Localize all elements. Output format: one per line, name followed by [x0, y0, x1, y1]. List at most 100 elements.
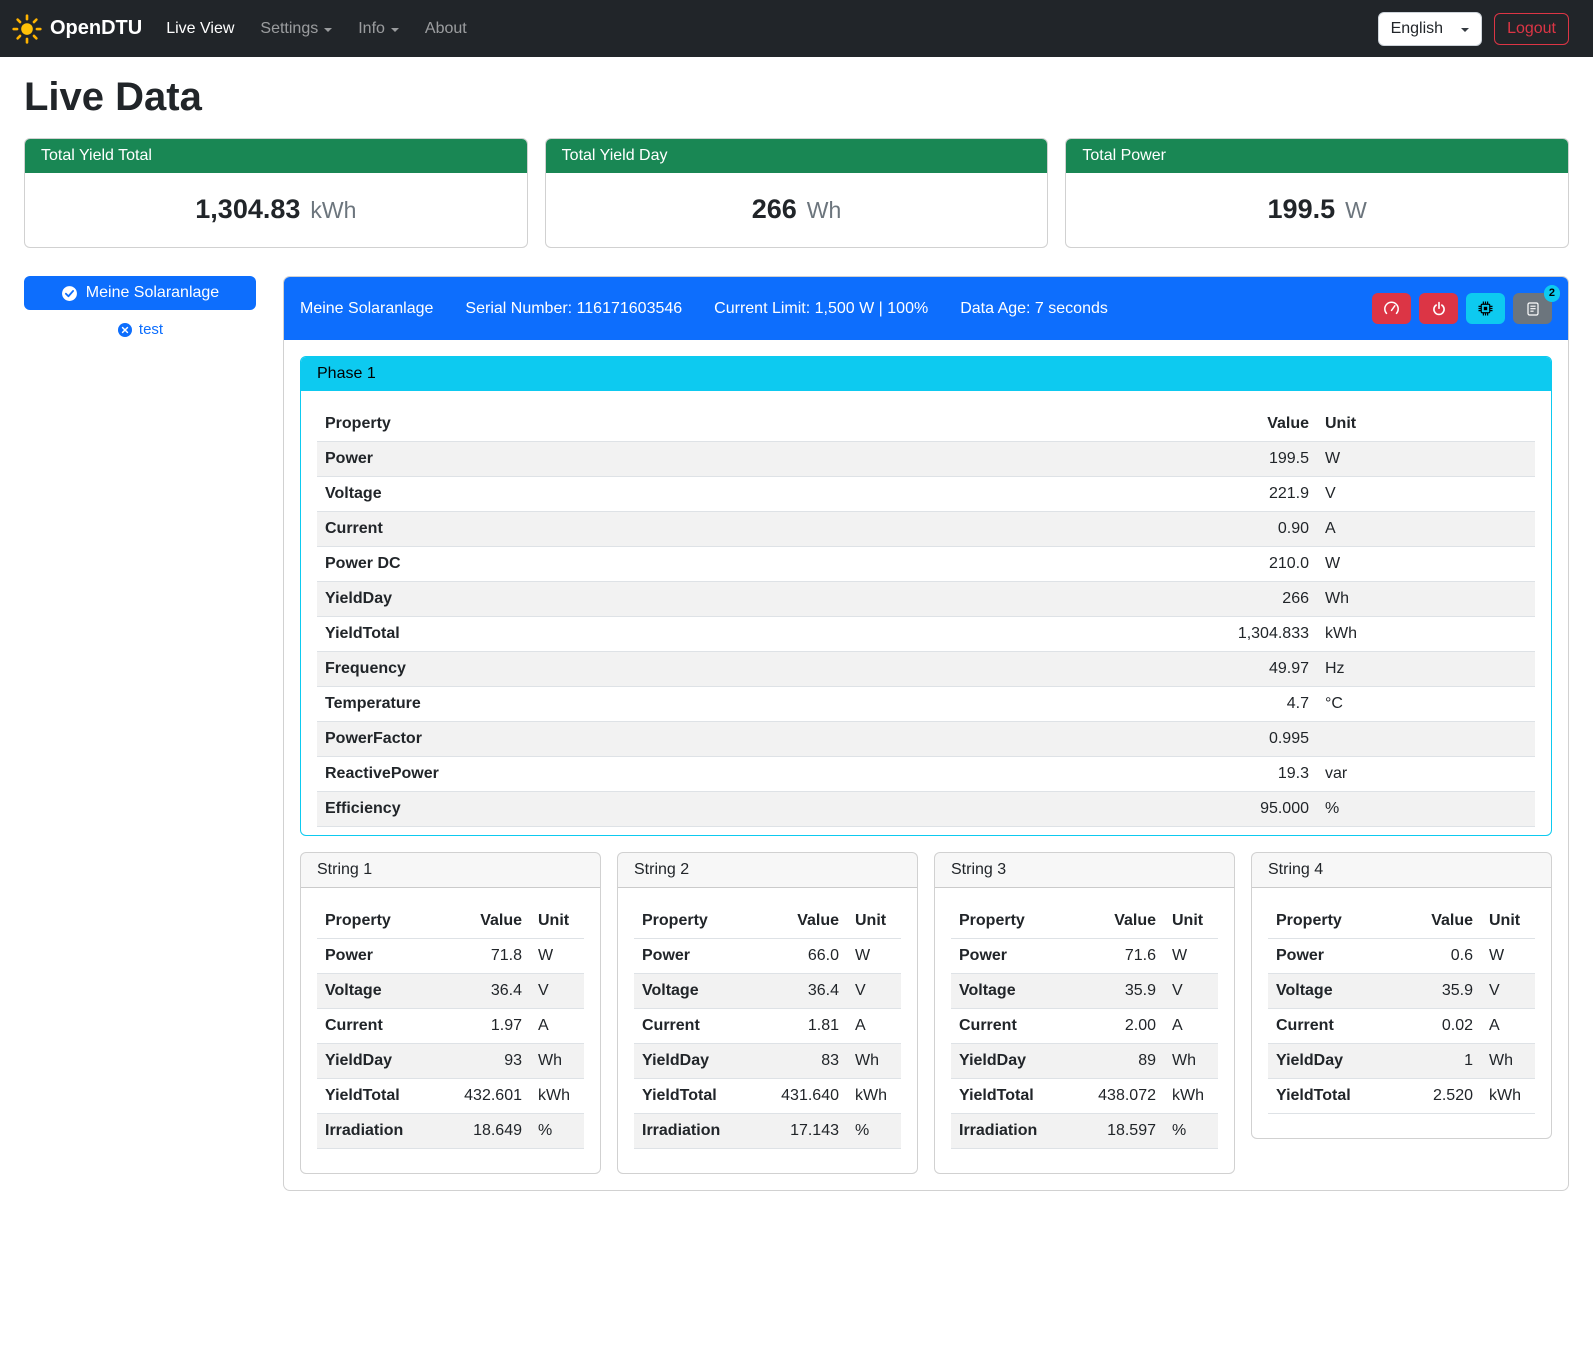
table-row: Irradiation 18.649 % [317, 1114, 584, 1149]
table-row: Power DC 210.0 W [317, 547, 1535, 582]
property-unit: °C [1317, 687, 1535, 722]
table-row: Voltage 36.4 V [317, 974, 584, 1009]
property-value: 49.97 [915, 652, 1317, 687]
event-log-button[interactable]: 2 [1513, 293, 1552, 324]
property-unit: A [1164, 1009, 1218, 1044]
property-name: Voltage [951, 974, 1070, 1009]
inverter-serial: Serial Number: 116171603546 [465, 300, 682, 318]
property-name: Voltage [317, 477, 915, 512]
column-value: Value [915, 407, 1317, 442]
cpu-chip-icon [1477, 300, 1494, 317]
property-name: Power [317, 939, 436, 974]
property-unit: A [1481, 1009, 1535, 1044]
property-unit: kWh [1481, 1079, 1535, 1114]
power-toggle-button[interactable] [1419, 293, 1458, 324]
string-title: String 1 [301, 853, 600, 888]
table-row: Irradiation 17.143 % [634, 1114, 901, 1149]
nav-about[interactable]: About [417, 12, 475, 46]
property-value: 199.5 [915, 442, 1317, 477]
string-title: String 4 [1252, 853, 1551, 888]
table-row: Current 0.90 A [317, 512, 1535, 547]
brand-label: OpenDTU [50, 17, 142, 40]
property-value: 210.0 [915, 547, 1317, 582]
inverter-card-header: Meine Solaranlage Serial Number: 1161716… [284, 277, 1568, 340]
string-table: Property Value Unit Power 0.6 W Voltage … [1268, 904, 1535, 1114]
phase-title: Phase 1 [301, 357, 1551, 391]
property-name: Irradiation [951, 1114, 1070, 1149]
property-name: ReactivePower [317, 757, 915, 792]
table-header-row: Property Value Unit [634, 904, 901, 939]
inverter-select-label: test [139, 321, 163, 338]
table-row: Current 1.81 A [634, 1009, 901, 1044]
nav-right: English Logout [1378, 12, 1569, 46]
property-value: 1 [1398, 1044, 1481, 1079]
column-unit: Unit [1164, 904, 1218, 939]
property-unit: % [1164, 1114, 1218, 1149]
table-row: YieldDay 89 Wh [951, 1044, 1218, 1079]
property-value: 83 [753, 1044, 847, 1079]
column-value: Value [436, 904, 530, 939]
summary-value: 266 [752, 194, 797, 225]
language-value: English [1391, 20, 1443, 38]
inverter-select-label: Meine Solaranlage [86, 284, 219, 302]
property-value: 19.3 [915, 757, 1317, 792]
property-value: 2.00 [1070, 1009, 1164, 1044]
table-row: Voltage 35.9 V [951, 974, 1218, 1009]
property-name: YieldTotal [317, 1079, 436, 1114]
property-unit: W [1317, 547, 1535, 582]
property-name: YieldDay [634, 1044, 753, 1079]
property-name: Voltage [634, 974, 753, 1009]
chevron-down-icon [324, 28, 332, 32]
limit-settings-button[interactable] [1372, 293, 1411, 324]
column-value: Value [753, 904, 847, 939]
property-value: 0.90 [915, 512, 1317, 547]
table-row: Current 0.02 A [1268, 1009, 1535, 1044]
property-name: YieldTotal [317, 617, 915, 652]
inverter-limit: Current Limit: 1,500 W | 100% [714, 300, 928, 318]
table-row: Frequency 49.97 Hz [317, 652, 1535, 687]
inverter-name: Meine Solaranlage [300, 300, 433, 318]
table-row: YieldDay 266 Wh [317, 582, 1535, 617]
summary-cards: Total Yield Total 1,304.83 kWh Total Yie… [24, 138, 1569, 248]
property-value: 35.9 [1398, 974, 1481, 1009]
table-row: Power 71.8 W [317, 939, 584, 974]
inverter-select-meine-solaranlage[interactable]: Meine Solaranlage [24, 276, 256, 310]
inverter-select-test[interactable]: test [24, 320, 256, 339]
property-unit: V [847, 974, 901, 1009]
table-row: YieldTotal 432.601 kWh [317, 1079, 584, 1114]
brand-link[interactable]: OpenDTU [12, 14, 142, 44]
table-row: Voltage 36.4 V [634, 974, 901, 1009]
string-table: Property Value Unit Power 66.0 W Voltage… [634, 904, 901, 1149]
summary-card-title: Total Power [1066, 139, 1568, 173]
device-info-button[interactable] [1466, 293, 1505, 324]
table-row: Temperature 4.7 °C [317, 687, 1535, 722]
property-unit: W [1481, 939, 1535, 974]
nav-info[interactable]: Info [350, 12, 407, 46]
nav-settings[interactable]: Settings [252, 12, 340, 46]
string-table: Property Value Unit Power 71.6 W Voltage… [951, 904, 1218, 1149]
string-card-1: String 1 Property Value Unit [300, 852, 601, 1174]
property-name: Temperature [317, 687, 915, 722]
property-unit: % [530, 1114, 584, 1149]
property-value: 93 [436, 1044, 530, 1079]
language-select[interactable]: English [1378, 12, 1482, 46]
property-unit: Wh [1317, 582, 1535, 617]
property-name: YieldDay [1268, 1044, 1398, 1079]
x-circle-icon [117, 322, 133, 338]
inverter-action-buttons: 2 [1372, 293, 1552, 324]
nav-live-view[interactable]: Live View [158, 12, 242, 46]
property-value: 66.0 [753, 939, 847, 974]
table-row: Voltage 35.9 V [1268, 974, 1535, 1009]
property-name: Voltage [1268, 974, 1398, 1009]
inverter-card: Meine Solaranlage Serial Number: 1161716… [283, 276, 1569, 1191]
chevron-down-icon [391, 28, 399, 32]
property-unit: Wh [1164, 1044, 1218, 1079]
event-log-icon [1525, 301, 1541, 317]
summary-value: 1,304.83 [195, 194, 300, 225]
property-unit: A [847, 1009, 901, 1044]
property-name: Power DC [317, 547, 915, 582]
column-unit: Unit [1317, 407, 1535, 442]
property-name: Current [1268, 1009, 1398, 1044]
logout-button[interactable]: Logout [1494, 13, 1569, 45]
property-name: Current [951, 1009, 1070, 1044]
